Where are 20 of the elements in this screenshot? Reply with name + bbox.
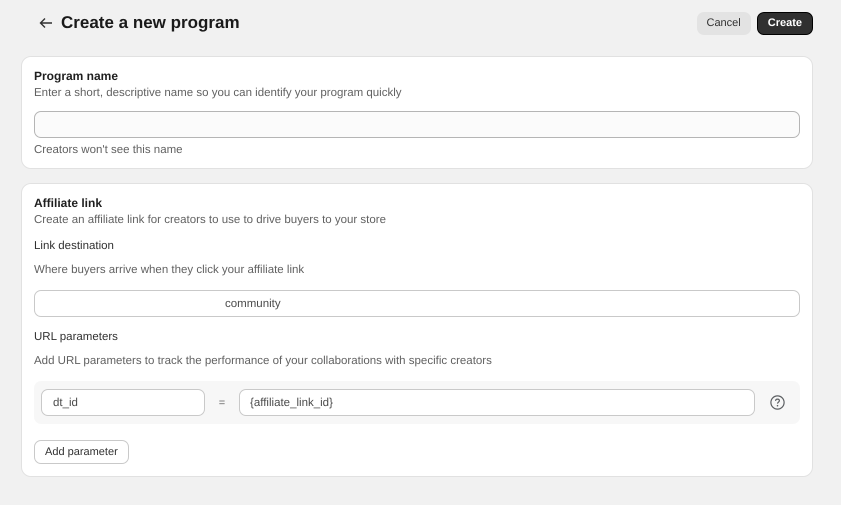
field-description: Add URL parameters to track the performance of your collaborations with specific creators: [34, 355, 493, 367]
link-destination-field[interactable]: community: [34, 290, 800, 317]
field-label: Link destination: [34, 240, 115, 252]
section-title: Program name: [34, 69, 120, 83]
program-name-field[interactable]: [34, 111, 800, 138]
parameter-value-field[interactable]: {affiliate_link_id}: [239, 389, 755, 416]
parameter-key-field[interactable]: dt_id: [41, 389, 205, 416]
section-description: Create an affiliate link for creators to use to drive buyers to your store: [34, 214, 387, 226]
add-parameter-button[interactable]: Add parameter: [34, 440, 129, 464]
create-button[interactable]: Create: [756, 12, 813, 34]
equals-sign: =: [218, 396, 226, 408]
help-text: Creators won't see this name: [34, 144, 184, 156]
page-title: Create a new program: [61, 13, 240, 33]
field-description: Where buyers arrive when they click your affiliate link: [34, 264, 306, 276]
help-icon[interactable]: [770, 395, 785, 410]
field-label: URL parameters: [34, 331, 119, 343]
section-description: Enter a short, descriptive name so you can identify your program quickly: [34, 87, 403, 99]
section-title: Affiliate link: [34, 196, 104, 210]
cancel-button[interactable]: Cancel: [696, 12, 751, 34]
back-arrow-icon[interactable]: [39, 17, 53, 29]
